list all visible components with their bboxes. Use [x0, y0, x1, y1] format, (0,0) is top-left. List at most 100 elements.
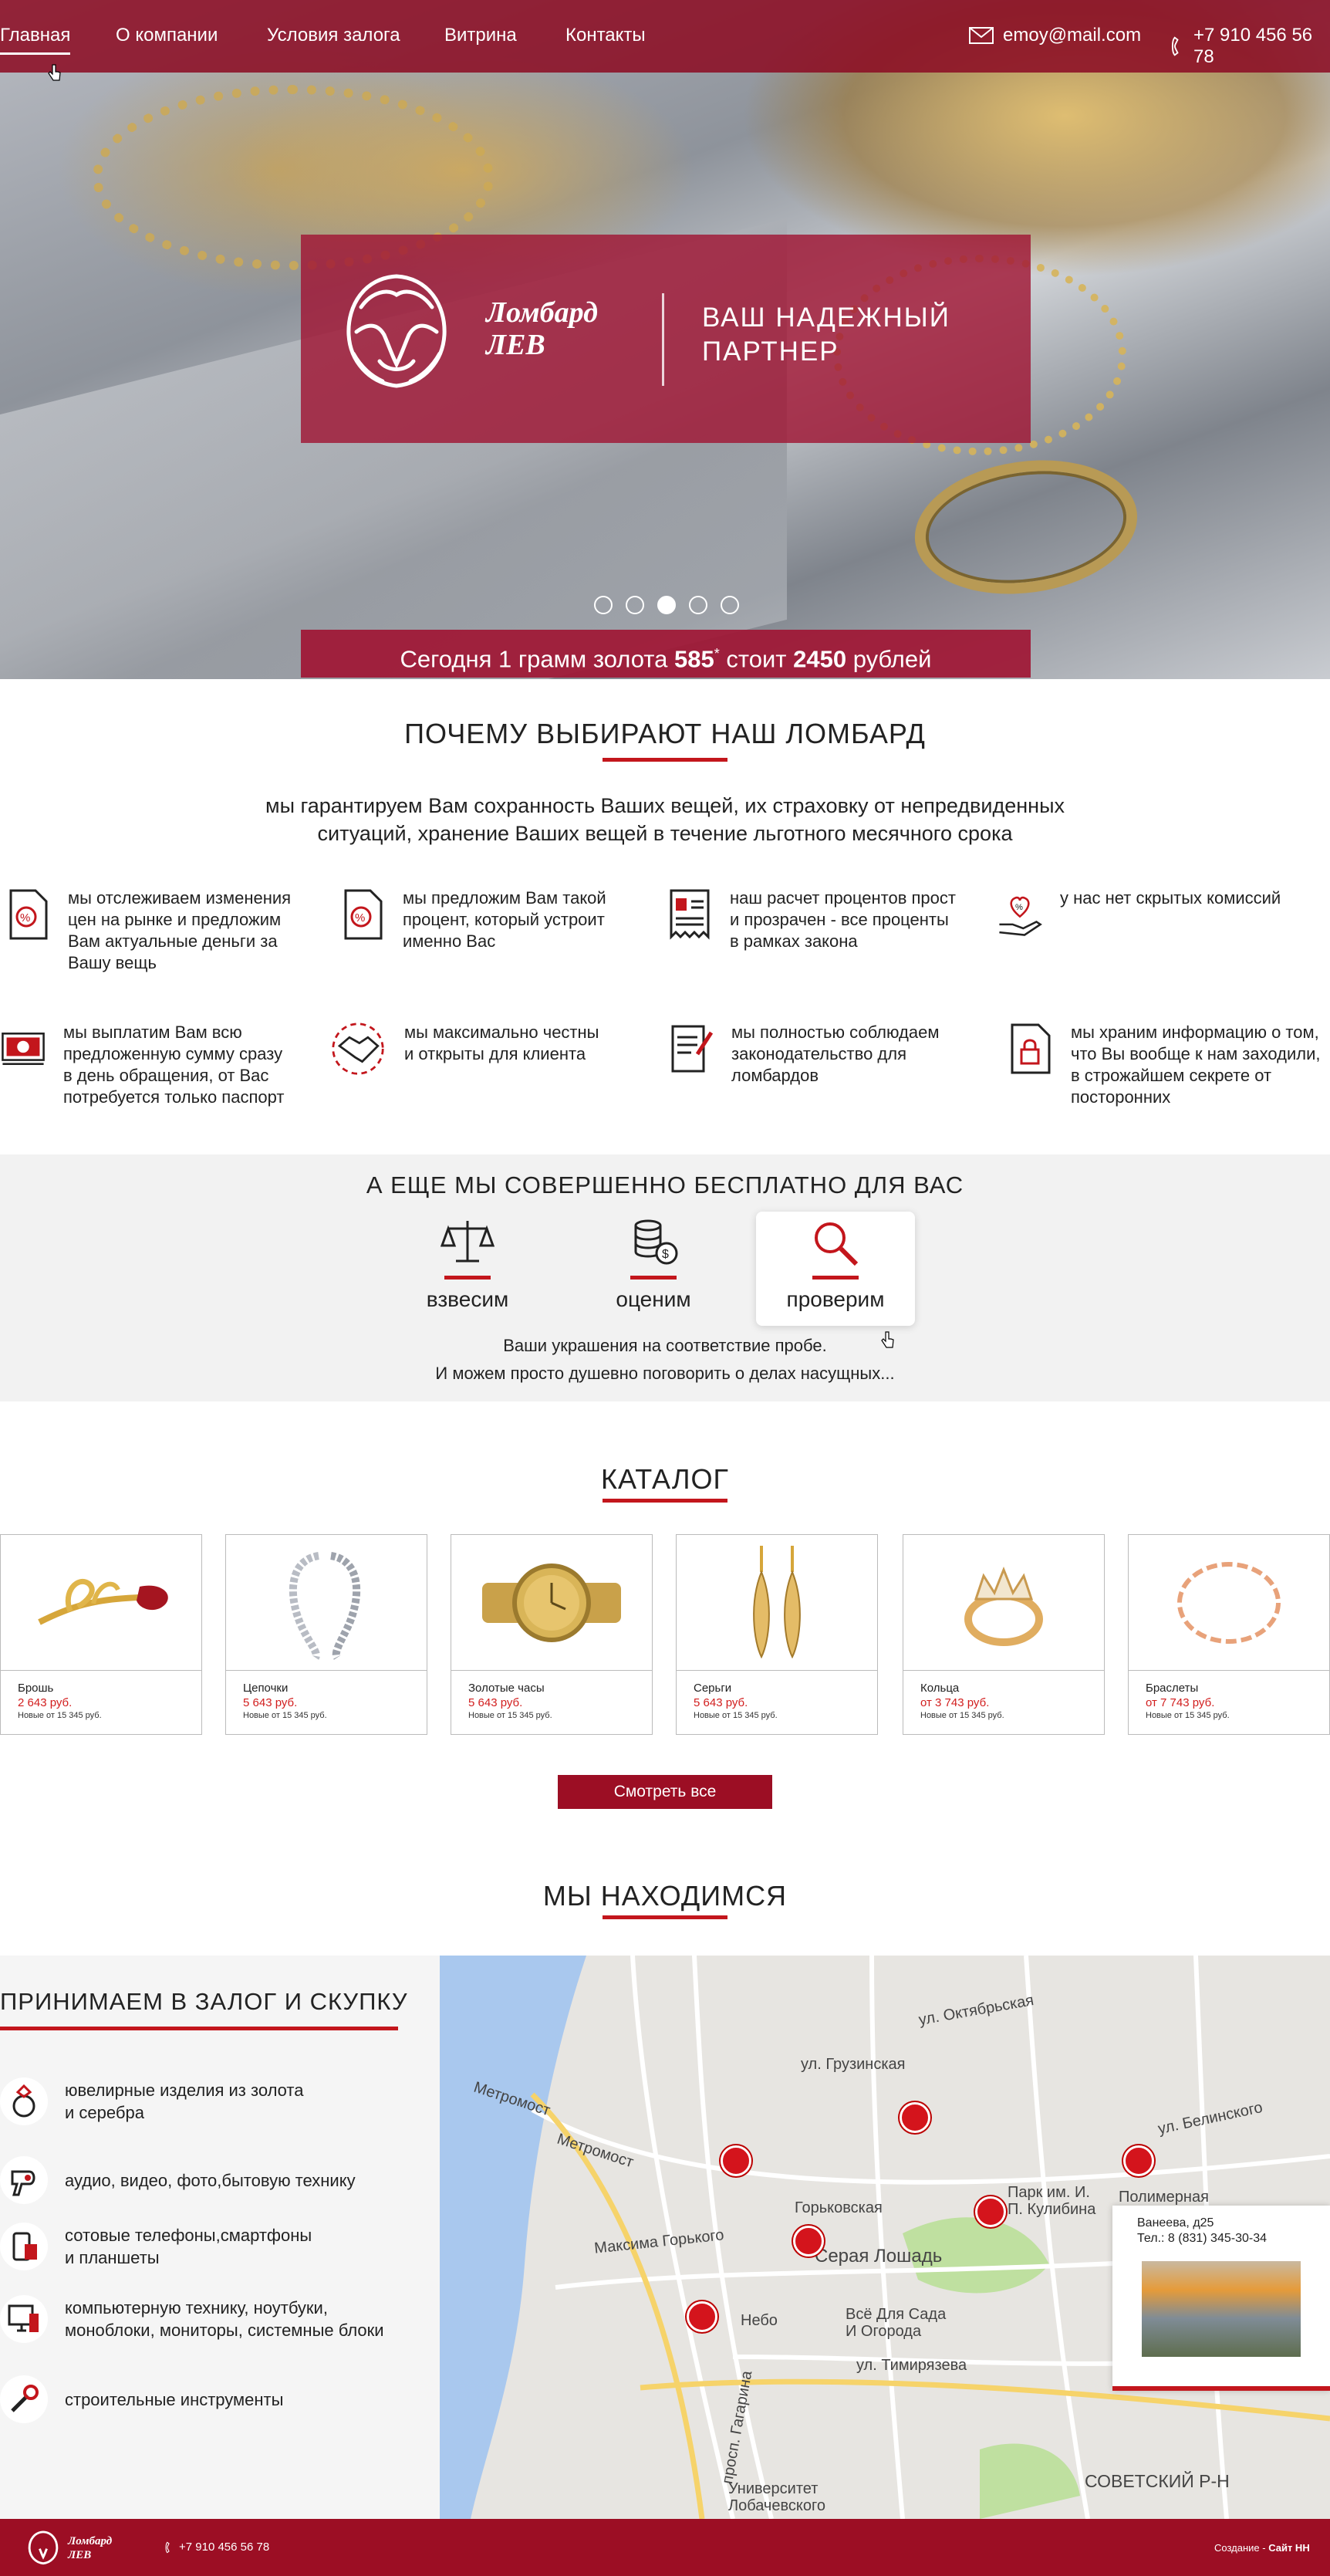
logo-divider	[662, 293, 664, 386]
free-item-check[interactable]: проверим	[756, 1212, 915, 1326]
slider-dot-1[interactable]	[594, 596, 613, 614]
gold-purity: 585	[673, 645, 714, 673]
feature-item: % у нас нет скрытых комиссий	[997, 887, 1281, 941]
map-marker[interactable]	[687, 2301, 717, 2332]
feature-text-line: предложенную сумму сразу	[63, 1044, 283, 1063]
feature-text-line: посторонних	[1071, 1087, 1171, 1107]
pledge-item: компьютерную технику, ноутбуки, моноблоки…	[0, 2295, 384, 2343]
feature-text-line: у нас нет скрытых комиссий	[1060, 888, 1281, 908]
card-note: Новые от 15 345 руб.	[1146, 1711, 1230, 1720]
scales-icon	[440, 1221, 495, 1263]
free-item-label: взвесим	[426, 1287, 509, 1311]
hero-photo-ring	[906, 446, 1146, 608]
slider-dot-3[interactable]	[657, 596, 676, 614]
map-marker[interactable]	[793, 2226, 824, 2257]
footer-brand-subname: ЛЕВ	[68, 2549, 92, 2561]
card-price: 2 643 руб.	[18, 1696, 73, 1709]
gold-price-mid: стоит	[726, 645, 787, 673]
feature-text-line: и прозрачен - все проценты	[730, 910, 949, 929]
feature-text-line: мы предложим Вам такой	[403, 888, 606, 908]
map-label: СОВЕТСКИЙ Р-Н	[1085, 2471, 1230, 2491]
pledge-item-text: компьютерную технику, ноутбуки,	[65, 2298, 328, 2317]
nav-showcase[interactable]: Витрина	[444, 25, 517, 46]
map-label: Парк им. И.	[1008, 2184, 1090, 2201]
nav-home[interactable]: Главная	[0, 25, 71, 55]
pledge-item: ювелирные изделия из золота и серебра	[0, 2077, 303, 2125]
feature-text-line: мы полностью соблюдаем	[731, 1023, 940, 1042]
map-label: Небо	[741, 2312, 778, 2329]
pledge-item-text: моноблоки, мониторы, системные блоки	[65, 2321, 384, 2340]
info-underline	[1112, 2386, 1330, 2391]
map-marker[interactable]	[1123, 2145, 1154, 2176]
free-item-evaluate[interactable]: $ оценим	[574, 1212, 733, 1326]
slider-dot-4[interactable]	[689, 596, 707, 614]
ring-icon	[12, 2084, 35, 2118]
catalog-card-earrings[interactable]: Серьги 5 643 руб. Новые от 15 345 руб.	[676, 1534, 878, 1735]
feature-item: мы выплатим Вам всю предложенную сумму ср…	[0, 1022, 284, 1108]
map-marker[interactable]	[721, 2145, 751, 2176]
card-name: Браслеты	[1146, 1682, 1199, 1695]
lion-logo-icon	[346, 274, 447, 388]
free-item-underline	[812, 1276, 859, 1280]
phone-icon	[165, 2541, 170, 2553]
why-title-underline	[603, 758, 727, 762]
map-marker[interactable]	[975, 2196, 1006, 2227]
free-item-weigh[interactable]: взвесим	[388, 1212, 547, 1326]
map-label: Университет	[728, 2480, 819, 2497]
nav-contacts[interactable]: Контакты	[565, 25, 646, 46]
card-price: 5 643 руб.	[243, 1696, 298, 1709]
catalog-card-bracelets[interactable]: Браслеты от 7 743 руб. Новые от 15 345 р…	[1128, 1534, 1330, 1735]
lock-document-icon	[1011, 1023, 1051, 1074]
gold-price-suffix: рублей	[852, 645, 932, 673]
slider-dot-2[interactable]	[626, 596, 644, 614]
feature-text-line: именно Вас	[403, 931, 496, 951]
card-name: Кольца	[920, 1682, 960, 1695]
pledge-item-text: строительные инструменты	[65, 2389, 284, 2409]
card-note: Новые от 15 345 руб.	[920, 1711, 1004, 1720]
footer-phone[interactable]: +7 910 456 56 78	[165, 2541, 269, 2554]
storefront-photo	[1142, 2261, 1301, 2357]
hero-tagline-line1: ВАШ НАДЕЖНЫЙ	[702, 303, 950, 333]
map-label: ул. Тимирязева	[856, 2357, 967, 2374]
catalog-card-brooch[interactable]: Брошь 2 643 руб. Новые от 15 345 руб.	[0, 1534, 202, 1735]
pledge-item-text: аудио, видео, фото,бытовую технику	[65, 2170, 356, 2190]
law-document-icon	[671, 1025, 714, 1073]
info-address: Ванеева, д25	[1137, 2216, 1214, 2229]
nav-terms[interactable]: Условия залога	[267, 25, 400, 46]
footer-phone-text: +7 910 456 56 78	[179, 2541, 270, 2554]
catalog-card-watch[interactable]: Золотые часы 5 643 руб. Новые от 15 345 …	[451, 1534, 653, 1735]
catalog-card-chains[interactable]: Цепочки 5 643 руб. Новые от 15 345 руб.	[225, 1534, 427, 1735]
free-item-underline	[630, 1276, 677, 1280]
catalog-card-rings[interactable]: Кольца от 3 743 руб. Новые от 15 345 руб…	[903, 1534, 1105, 1735]
brand-name: Ломбард	[486, 296, 598, 329]
footer-credit[interactable]: Создание - Сайт НН	[1214, 2542, 1310, 2554]
card-name: Цепочки	[243, 1682, 289, 1695]
lion-logo-icon	[28, 2530, 59, 2565]
card-price: 5 643 руб.	[468, 1696, 523, 1709]
gold-price-value: 2450	[793, 645, 847, 673]
slider-dot-5[interactable]	[721, 596, 739, 614]
pledge-item: строительные инструменты	[0, 2375, 283, 2423]
feature-item: наш расчет процентов прост и прозрачен - …	[667, 887, 956, 952]
free-note-line2: И можем просто душевно поговорить о дела…	[435, 1364, 895, 1383]
feature-text-line: мы максимально честны	[404, 1023, 599, 1042]
brand-subname: ЛЕВ	[486, 329, 545, 361]
feature-item: мы полностью соблюдаем законодательство д…	[668, 1022, 939, 1087]
feature-text-line: наш расчет процентов прост	[730, 888, 956, 908]
map-marker[interactable]	[900, 2102, 930, 2133]
feature-item: мы максимально честны и открыты для клиен…	[329, 1022, 599, 1076]
tools-icon	[11, 2385, 39, 2412]
nav-about[interactable]: О компании	[116, 25, 218, 46]
pledge-item: аудио, видео, фото,бытовую технику	[0, 2156, 356, 2204]
header-phone[interactable]: +7 910 456 56 78	[1171, 25, 1330, 68]
card-note: Новые от 15 345 руб.	[243, 1711, 327, 1720]
free-item-label: оценим	[616, 1287, 691, 1311]
footer: Ломбард ЛЕВ +7 910 456 56 78 Создание - …	[0, 2519, 1330, 2576]
feature-item: % мы отслеживаем изменения цен на рынке и…	[5, 887, 291, 974]
view-all-button[interactable]: Смотреть все	[558, 1775, 772, 1809]
why-subtitle-line2: ситуаций, хранение Ваших вещей в течение…	[317, 822, 1013, 845]
receipt-icon	[670, 889, 710, 940]
feature-text-line: в день обращения, от Вас	[63, 1066, 269, 1085]
gold-price-prefix: Сегодня 1 грамм золота	[400, 645, 668, 673]
header-email[interactable]: emoy@mail.com	[969, 25, 1141, 46]
